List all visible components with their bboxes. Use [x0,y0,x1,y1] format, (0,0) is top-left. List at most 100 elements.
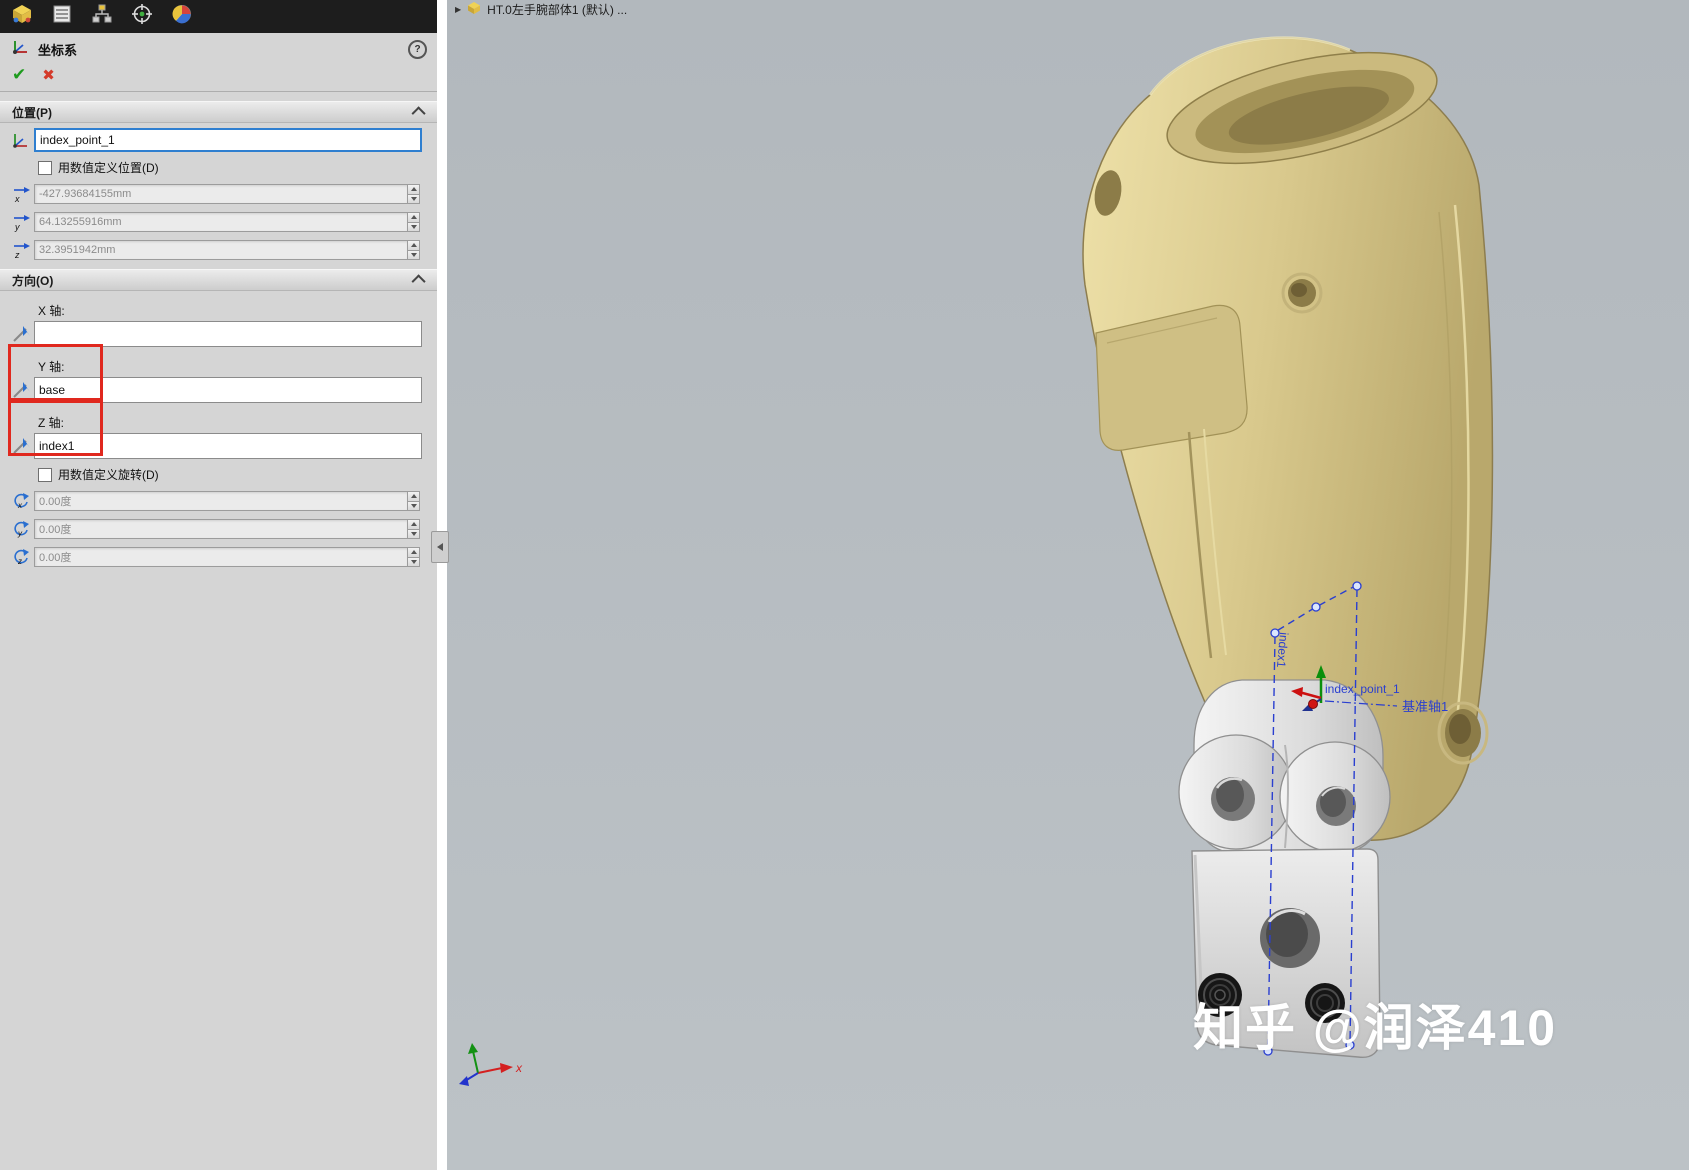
watermark: 知乎 @润泽410 [1193,1000,1558,1056]
dimxpert-target-icon [131,3,153,30]
z-position-field [34,240,407,260]
sketch-point[interactable] [1311,602,1321,612]
x-rotation-row: x [8,491,420,511]
y-axis-pick-icon [8,380,34,400]
spinner-up-button [407,184,420,195]
z-axis-label: Z 轴: [38,416,64,430]
svg-text:x: x [17,501,23,510]
ok-button[interactable]: ✔ [12,65,26,85]
panel-collapse-handle[interactable] [431,531,449,563]
svg-text:x: x [14,194,20,204]
x-rotation-spinner [407,491,420,511]
tab-display-manager[interactable] [170,5,194,29]
x-position-row: x [8,184,420,204]
panel-title: 坐标系 [38,42,78,58]
z-axis-input[interactable] [34,433,422,459]
manager-tab-bar [0,0,437,33]
tab-property-manager[interactable] [50,5,74,29]
spinner-up-button [407,547,420,558]
y-axis-label: Y 轴: [38,360,65,374]
datum-axis-label[interactable]: 基准轴1 [1402,699,1448,714]
coordinate-system-icon [10,37,30,62]
y-rotation-icon: y [8,519,34,539]
breadcrumb: ▶ HT.0左手腕部体1 (默认) ... [455,0,627,18]
display-manager-icon [171,3,193,30]
tab-dimxpert-manager[interactable] [130,3,154,30]
triad-z-arrow [459,1076,469,1086]
spinner-up-button [407,519,420,530]
y-axis-input[interactable] [34,377,422,403]
define-position-checkbox[interactable]: 用数值定义位置(D) [38,159,437,176]
x-axis-label: X 轴: [38,304,65,318]
spinner-up-button [407,491,420,502]
y-rotation-field [34,519,407,539]
sketch-point[interactable] [1352,581,1362,591]
define-rotation-checkbox[interactable]: 用数值定义旋转(D) [38,466,437,483]
z-rotation-row: z [8,547,420,567]
graphics-viewport[interactable]: ▶ HT.0左手腕部体1 (默认) ... index1 index_point… [447,0,1689,1170]
help-icon[interactable]: ? [408,39,427,59]
y-rotation-row: y [8,519,420,539]
y-position-spinner [407,212,420,232]
triad-x-label: x [515,1061,523,1075]
view-triad: x [459,1043,523,1086]
chevron-up-icon [411,106,426,121]
z-rotation-field [34,547,407,567]
part-model-icon [11,3,33,30]
z-position-row: z [8,240,420,260]
property-list-icon [51,3,73,30]
spinner-down-button [407,250,420,260]
position-section-title: 位置(P) [12,105,52,120]
y-axis-row [8,377,422,403]
position-section-header[interactable]: 位置(P) [0,101,437,123]
x-position-spinner [407,184,420,204]
spinner-up-button [407,240,420,251]
coordinate-name-row [8,128,422,152]
y-coordinate-icon: y [8,212,34,232]
checkbox-icon [38,160,52,175]
tab-feature-manager[interactable] [10,5,34,29]
z-coordinate-icon: z [8,240,34,260]
x-position-field [34,184,407,204]
spinner-down-button [407,194,420,204]
coordinate-name-input[interactable] [34,128,422,152]
spinner-down-button [407,557,420,567]
spinner-down-button [407,501,420,511]
panel-actions: ✔ ✖ [0,63,437,92]
z-position-spinner [407,240,420,260]
x-axis-input[interactable] [34,321,422,347]
x-coordinate-icon: x [8,184,34,204]
tab-configuration-manager[interactable] [90,3,114,30]
z-rotation-icon: z [8,547,34,567]
y-position-field [34,212,407,232]
triad-x-arrow [500,1063,513,1073]
panel-splitter[interactable] [437,0,447,1170]
z-axis-pick-icon [8,436,34,456]
define-position-label: 用数值定义位置(D) [58,161,159,175]
svg-text:y: y [14,222,20,232]
direction-section-header[interactable]: 方向(O) [0,269,437,291]
y-position-row: y [8,212,420,232]
cancel-button[interactable]: ✖ [42,66,55,84]
x-axis-row [8,321,422,347]
origin-point[interactable] [1308,699,1318,709]
svg-text:y: y [17,529,23,538]
solidworks-app: 坐标系 ? ✔ ✖ 位置(P) 用数值定义位置(D) [0,0,1689,1170]
z-axis-row [8,433,422,459]
property-manager-header: 坐标系 ? [0,35,437,63]
direction-section-title: 方向(O) [12,273,54,288]
tree-expander[interactable]: ▶ [455,5,461,14]
svg-text:z: z [14,250,20,260]
position-group: 位置(P) 用数值定义位置(D) x [0,101,437,260]
breadcrumb-label[interactable]: HT.0左手腕部体1 (默认) ... [487,1,627,18]
spinner-down-button [407,529,420,539]
y-rotation-spinner [407,519,420,539]
checkbox-icon [38,467,52,482]
coordinate-origin-icon [8,130,34,150]
z-rotation-spinner [407,547,420,567]
index-point-label[interactable]: index_point_1 [1325,682,1400,696]
triad-y-arrow [468,1043,478,1054]
svg-text:z: z [17,557,22,566]
collapse-arrow-icon [433,543,443,551]
configuration-manager-icon [91,3,113,30]
